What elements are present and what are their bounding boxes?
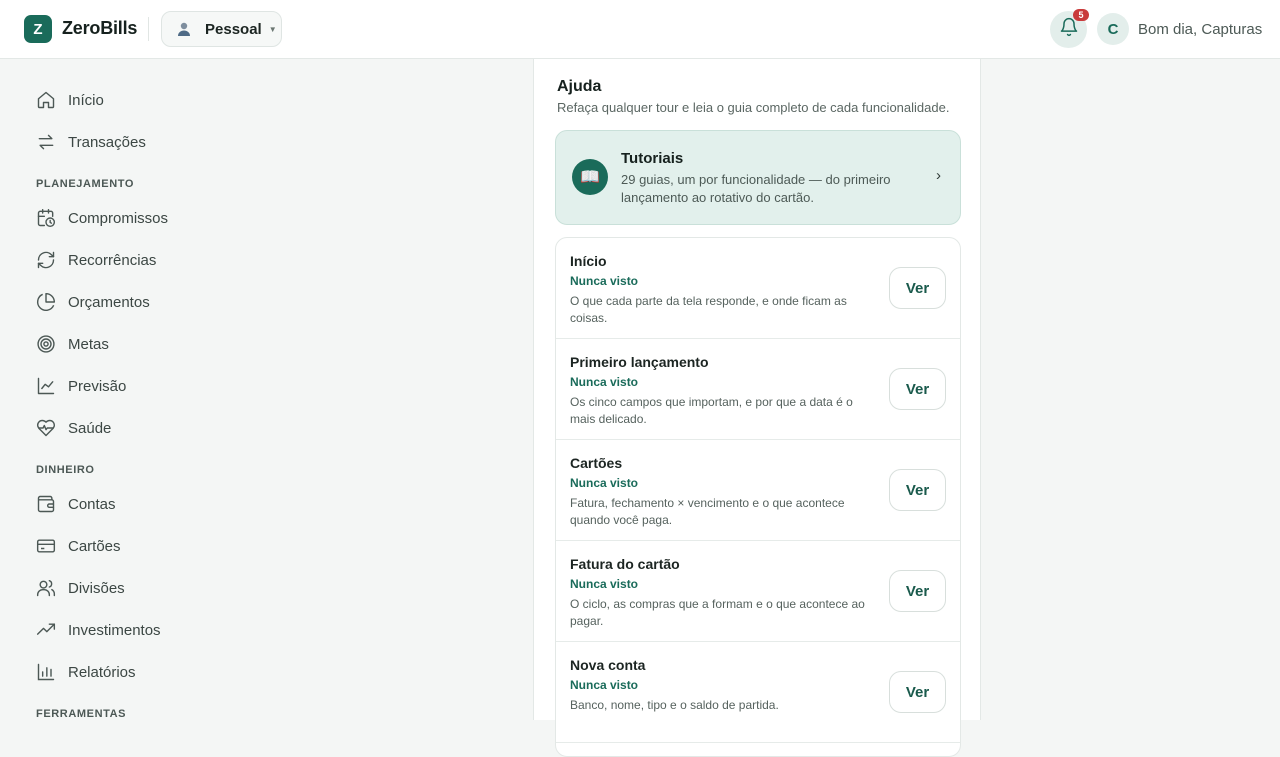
app-name[interactable]: ZeroBills bbox=[62, 18, 137, 39]
target-icon bbox=[36, 334, 56, 354]
sidebar-item-investimentos[interactable]: Investimentos bbox=[36, 618, 161, 642]
list-item: Cartões Nunca visto Fatura, fechamento ×… bbox=[556, 440, 960, 541]
help-panel: Ajuda Refaça qualquer tour e leia o guia… bbox=[533, 59, 981, 757]
chevron-right-icon: › bbox=[936, 167, 941, 184]
sidebar-item-label: Divisões bbox=[68, 579, 125, 597]
caret-down-icon: ▼ bbox=[268, 24, 277, 34]
sidebar-item-label: Cartões bbox=[68, 537, 121, 555]
guide-status: Nunca visto bbox=[570, 375, 639, 389]
guide-description: Fatura, fechamento × vencimento e o que … bbox=[570, 496, 845, 527]
sidebar-item-contas[interactable]: Contas bbox=[36, 492, 116, 516]
sidebar-item-saude[interactable]: Saúde bbox=[36, 416, 111, 440]
sidebar-item-orcamentos[interactable]: Orçamentos bbox=[36, 290, 150, 314]
view-guide-button[interactable]: Ver bbox=[889, 368, 946, 410]
list-item: Início Nunca visto O que cada parte da t… bbox=[556, 238, 960, 339]
tutorials-title: Tutoriais bbox=[621, 150, 684, 167]
sidebar-item-label: Metas bbox=[68, 335, 109, 353]
book-icon: 📖 bbox=[572, 159, 608, 195]
section-title-ferramentas: FERRAMENTAS bbox=[36, 708, 127, 720]
sidebar-item-compromissos[interactable]: Compromissos bbox=[36, 206, 168, 230]
view-guide-button[interactable]: Ver bbox=[889, 570, 946, 612]
trending-up-icon bbox=[36, 620, 56, 640]
sidebar-item-label: Contas bbox=[68, 495, 116, 513]
sidebar-item-label: Investimentos bbox=[68, 621, 161, 639]
profile-switcher[interactable]: Pessoal ▼ bbox=[161, 11, 282, 47]
sidebar-item-label: Transações bbox=[68, 133, 146, 151]
guide-status: Nunca visto bbox=[570, 678, 639, 692]
person-icon bbox=[175, 20, 193, 38]
sidebar-item-inicio[interactable]: Início bbox=[36, 88, 104, 112]
guide-description: Banco, nome, tipo e o saldo de partida. bbox=[570, 698, 779, 712]
guide-title: Nova conta bbox=[570, 657, 646, 673]
profile-label: Pessoal bbox=[205, 20, 262, 38]
sidebar-item-cartoes[interactable]: Cartões bbox=[36, 534, 121, 558]
tutorials-card[interactable]: 📖 Tutoriais 29 guias, um por funcionalid… bbox=[555, 130, 961, 225]
list-item: Fatura do cartão Nunca visto O ciclo, as… bbox=[556, 541, 960, 642]
topbar-divider bbox=[148, 17, 149, 41]
list-item: Nova conta Nunca visto Banco, nome, tipo… bbox=[556, 642, 960, 743]
refresh-icon bbox=[36, 250, 56, 270]
notification-count-badge: 5 bbox=[1073, 9, 1089, 21]
user-avatar[interactable]: C bbox=[1097, 13, 1129, 45]
sidebar-item-label: Compromissos bbox=[68, 209, 169, 227]
guide-description: Os cinco campos que importam, e por que … bbox=[570, 395, 853, 426]
view-guide-button[interactable]: Ver bbox=[889, 267, 946, 309]
guide-status: Nunca visto bbox=[570, 274, 639, 288]
sidebar-item-divisoes[interactable]: Divisões bbox=[36, 576, 125, 600]
sidebar-item-label: Recorrências bbox=[68, 251, 157, 269]
sidebar-item-transacoes[interactable]: Transações bbox=[36, 130, 146, 154]
view-guide-button[interactable]: Ver bbox=[889, 671, 946, 713]
guide-title: Primeiro lançamento bbox=[570, 354, 709, 370]
sidebar-item-relatorios[interactable]: Relatórios bbox=[36, 660, 136, 684]
guide-title: Início bbox=[570, 253, 607, 269]
calendar-clock-icon bbox=[36, 208, 56, 228]
sidebar-item-recorrencias[interactable]: Recorrências bbox=[36, 248, 156, 272]
users-icon bbox=[36, 578, 56, 598]
page-title: Ajuda bbox=[557, 78, 602, 95]
guide-title: Fatura do cartão bbox=[570, 556, 680, 572]
sidebar-item-label: Início bbox=[68, 91, 104, 109]
view-guide-button[interactable]: Ver bbox=[889, 469, 946, 511]
sidebar: Início Transações PLANEJAMENTO Compromis… bbox=[0, 60, 300, 721]
guide-list: Início Nunca visto O que cada parte da t… bbox=[555, 237, 961, 757]
guide-status: Nunca visto bbox=[570, 476, 639, 490]
sidebar-item-label: Orçamentos bbox=[68, 293, 150, 311]
section-title-planejamento: PLANEJAMENTO bbox=[36, 178, 135, 190]
logo-mark[interactable]: Z bbox=[24, 15, 52, 43]
heart-pulse-icon bbox=[36, 418, 56, 438]
bar-chart-icon bbox=[36, 662, 56, 682]
guide-title: Cartões bbox=[570, 455, 623, 471]
sidebar-item-previsao[interactable]: Previsão bbox=[36, 374, 126, 398]
top-bar: Z ZeroBills Pessoal ▼ 5 C Bom dia, Captu… bbox=[0, 0, 1280, 59]
greeting-text: Bom dia, Capturas bbox=[1138, 21, 1263, 38]
line-chart-icon bbox=[36, 376, 56, 396]
guide-description: O que cada parte da tela responde, e ond… bbox=[570, 294, 847, 325]
sidebar-item-label: Previsão bbox=[68, 377, 127, 395]
guide-description: O ciclo, as compras que a formam e o que… bbox=[570, 597, 865, 628]
page-subtitle: Refaça qualquer tour e leia o guia compl… bbox=[557, 100, 950, 115]
section-title-dinheiro: DINHEIRO bbox=[36, 464, 95, 476]
list-item: Primeiro lançamento Nunca visto Os cinco… bbox=[556, 339, 960, 440]
transfer-icon bbox=[36, 132, 56, 152]
sidebar-item-label: Saúde bbox=[68, 419, 112, 437]
bell-icon bbox=[1059, 17, 1079, 42]
wallet-icon bbox=[36, 494, 56, 514]
credit-card-icon bbox=[36, 536, 56, 556]
sidebar-item-label: Relatórios bbox=[68, 663, 136, 681]
pie-icon bbox=[36, 292, 56, 312]
home-icon bbox=[36, 90, 56, 110]
guide-status: Nunca visto bbox=[570, 577, 639, 591]
sidebar-item-metas[interactable]: Metas bbox=[36, 332, 109, 356]
tutorials-description: 29 guias, um por funcionalidade — do pri… bbox=[621, 172, 891, 205]
